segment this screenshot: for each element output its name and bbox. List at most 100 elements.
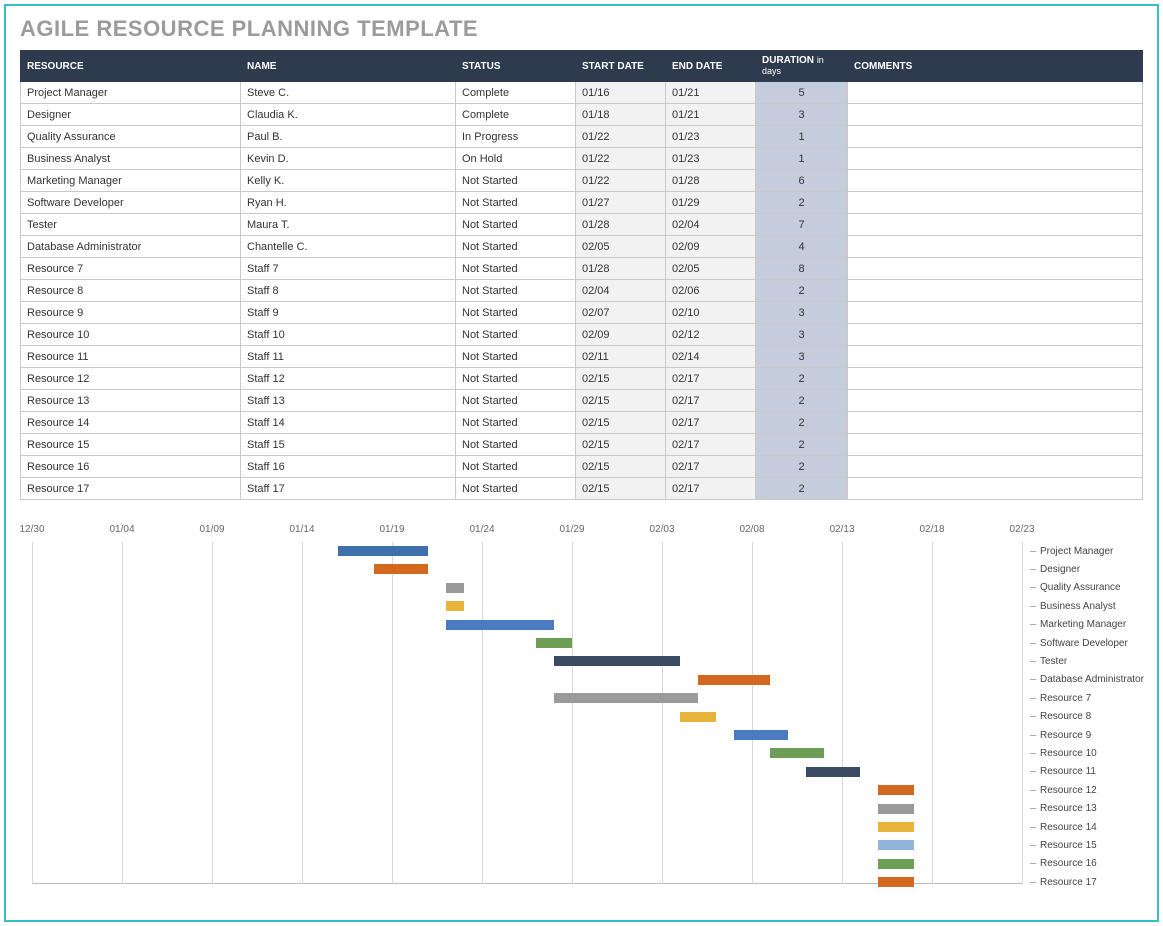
cell-name: Paul B. (241, 126, 456, 148)
chart-gridline (662, 542, 663, 884)
legend-label: Resource 16 (1040, 858, 1097, 869)
cell-start: 01/16 (576, 82, 666, 104)
table-row: Resource 13Staff 13Not Started02/1502/17… (21, 390, 1143, 412)
table-row: Resource 17Staff 17Not Started02/1502/17… (21, 478, 1143, 500)
legend-item: Marketing Manager (1030, 616, 1144, 634)
cell-resource: Resource 10 (21, 324, 241, 346)
legend-item: Resource 8 (1030, 708, 1144, 726)
cell-status: Not Started (456, 412, 576, 434)
legend-label: Resource 17 (1040, 877, 1097, 888)
table-header-row: RESOURCE NAME STATUS START DATE END DATE… (21, 51, 1143, 82)
legend-label: Resource 12 (1040, 785, 1097, 796)
legend-label: Resource 8 (1040, 711, 1091, 722)
chart-xtick-label: 02/18 (919, 524, 944, 535)
cell-resource: Resource 13 (21, 390, 241, 412)
cell-duration: 7 (756, 214, 848, 236)
cell-name: Staff 16 (241, 456, 456, 478)
cell-comments (848, 148, 1143, 170)
legend-label: Project Manager (1040, 546, 1113, 557)
cell-duration: 8 (756, 258, 848, 280)
cell-end: 02/10 (666, 302, 756, 324)
legend-tick-icon (1030, 624, 1036, 625)
template-frame: AGILE RESOURCE PLANNING TEMPLATE RESOURC… (4, 4, 1159, 922)
cell-end: 01/23 (666, 126, 756, 148)
cell-comments (848, 280, 1143, 302)
cell-status: Not Started (456, 390, 576, 412)
cell-comments (848, 258, 1143, 280)
cell-status: Not Started (456, 258, 576, 280)
chart-xtick-label: 02/03 (649, 524, 674, 535)
legend-item: Resource 9 (1030, 726, 1144, 744)
legend-label: Marketing Manager (1040, 619, 1126, 630)
cell-comments (848, 412, 1143, 434)
cell-start: 02/04 (576, 280, 666, 302)
cell-status: Complete (456, 82, 576, 104)
legend-tick-icon (1030, 587, 1036, 588)
cell-end: 01/21 (666, 104, 756, 126)
cell-name: Staff 9 (241, 302, 456, 324)
chart-gridline (572, 542, 573, 884)
cell-duration: 4 (756, 236, 848, 258)
cell-start: 01/22 (576, 170, 666, 192)
cell-start: 02/15 (576, 368, 666, 390)
cell-end: 02/17 (666, 456, 756, 478)
cell-status: On Hold (456, 148, 576, 170)
cell-duration: 2 (756, 390, 848, 412)
legend-tick-icon (1030, 771, 1036, 772)
cell-duration: 3 (756, 302, 848, 324)
table-row: Quality AssurancePaul B.In Progress01/22… (21, 126, 1143, 148)
cell-name: Chantelle C. (241, 236, 456, 258)
cell-start: 01/18 (576, 104, 666, 126)
th-duration: DURATION in days (756, 51, 848, 82)
legend-label: Business Analyst (1040, 601, 1116, 612)
th-end: END DATE (666, 51, 756, 82)
cell-end: 02/05 (666, 258, 756, 280)
cell-comments (848, 214, 1143, 236)
cell-name: Steve C. (241, 82, 456, 104)
cell-end: 01/23 (666, 148, 756, 170)
cell-start: 01/28 (576, 258, 666, 280)
gantt-bar (770, 748, 824, 758)
legend-tick-icon (1030, 716, 1036, 717)
cell-name: Staff 8 (241, 280, 456, 302)
th-start: START DATE (576, 51, 666, 82)
chart-xtick-label: 01/24 (469, 524, 494, 535)
legend-tick-icon (1030, 790, 1036, 791)
cell-name: Staff 7 (241, 258, 456, 280)
cell-duration: 2 (756, 434, 848, 456)
legend-label: Resource 7 (1040, 693, 1091, 704)
cell-status: Not Started (456, 478, 576, 500)
legend-item: Resource 14 (1030, 818, 1144, 836)
legend-item: Resource 7 (1030, 689, 1144, 707)
cell-status: Not Started (456, 346, 576, 368)
legend-item: Quality Assurance (1030, 579, 1144, 597)
table-row: Resource 11Staff 11Not Started02/1102/14… (21, 346, 1143, 368)
table-row: Project ManagerSteve C.Complete01/1601/2… (21, 82, 1143, 104)
gantt-bar (338, 546, 428, 556)
cell-duration: 3 (756, 346, 848, 368)
legend-label: Resource 15 (1040, 840, 1097, 851)
cell-name: Ryan H. (241, 192, 456, 214)
gantt-bar (878, 822, 914, 832)
th-name: NAME (241, 51, 456, 82)
cell-status: Not Started (456, 280, 576, 302)
chart-xtick-label: 02/08 (739, 524, 764, 535)
cell-end: 01/28 (666, 170, 756, 192)
legend-tick-icon (1030, 808, 1036, 809)
legend-label: Tester (1040, 656, 1067, 667)
legend-tick-icon (1030, 551, 1036, 552)
gantt-bar (446, 583, 464, 593)
chart-xtick-label: 01/29 (559, 524, 584, 535)
cell-comments (848, 390, 1143, 412)
table-row: Software DeveloperRyan H.Not Started01/2… (21, 192, 1143, 214)
cell-start: 02/07 (576, 302, 666, 324)
gantt-bar (878, 859, 914, 869)
cell-resource: Database Administrator (21, 236, 241, 258)
cell-end: 02/17 (666, 412, 756, 434)
cell-end: 02/04 (666, 214, 756, 236)
legend-tick-icon (1030, 735, 1036, 736)
gantt-bar (698, 675, 770, 685)
chart-xtick-label: 01/19 (379, 524, 404, 535)
cell-end: 02/17 (666, 390, 756, 412)
cell-comments (848, 434, 1143, 456)
